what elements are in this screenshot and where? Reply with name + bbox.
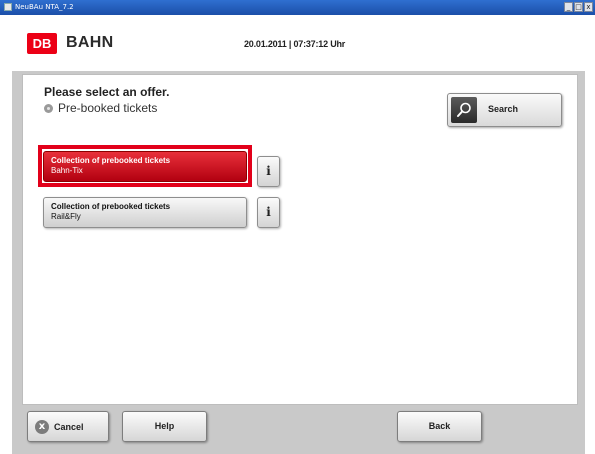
info-button-bahn-tix[interactable]: i	[257, 156, 280, 187]
magnifier-icon	[451, 97, 477, 123]
page-title: Please select an offer.	[44, 85, 170, 99]
app-icon	[4, 3, 12, 11]
info-icon: i	[266, 205, 271, 219]
cancel-button-label: Cancel	[54, 422, 84, 432]
offer-subtitle: Rail&Fly	[51, 212, 81, 221]
search-button[interactable]: Search	[447, 93, 562, 127]
bullet-icon	[44, 103, 53, 113]
search-button-label: Search	[488, 104, 519, 114]
offer-subtitle: Bahn-Tix	[51, 166, 83, 175]
cancel-button[interactable]: x Cancel	[27, 411, 109, 442]
info-icon: i	[266, 164, 271, 178]
brand-name: BAHN	[66, 34, 114, 51]
offer-title: Collection of prebooked tickets	[51, 156, 171, 165]
maximize-icon[interactable]: □	[574, 2, 583, 12]
window-title: NeuBAu NTA_7.2	[15, 3, 74, 11]
offer-rail-fly-button[interactable]: Collection of prebooked tickets Rail&Fly	[43, 197, 247, 228]
db-logo: DB	[27, 33, 57, 54]
offer-title: Collection of prebooked tickets	[51, 202, 171, 211]
page-subtitle: Pre-booked tickets	[44, 101, 157, 115]
app-header: DB BAHN 20.01.2011 | 07:37:12 Uhr	[12, 15, 585, 71]
offer-bahn-tix-button[interactable]: Collection of prebooked tickets Bahn-Tix	[43, 151, 247, 182]
close-icon[interactable]: x	[584, 2, 593, 12]
minimize-icon[interactable]: _	[564, 2, 573, 12]
back-button[interactable]: Back	[397, 411, 482, 442]
help-button[interactable]: Help	[122, 411, 207, 442]
datetime-display: 20.01.2011 | 07:37:12 Uhr	[244, 39, 346, 49]
window-titlebar: NeuBAu NTA_7.2 _ □ x	[0, 0, 595, 15]
info-button-rail-fly[interactable]: i	[257, 197, 280, 228]
window-controls: _ □ x	[564, 2, 593, 12]
close-circle-icon: x	[35, 420, 49, 434]
subtitle-text: Pre-booked tickets	[58, 101, 158, 115]
